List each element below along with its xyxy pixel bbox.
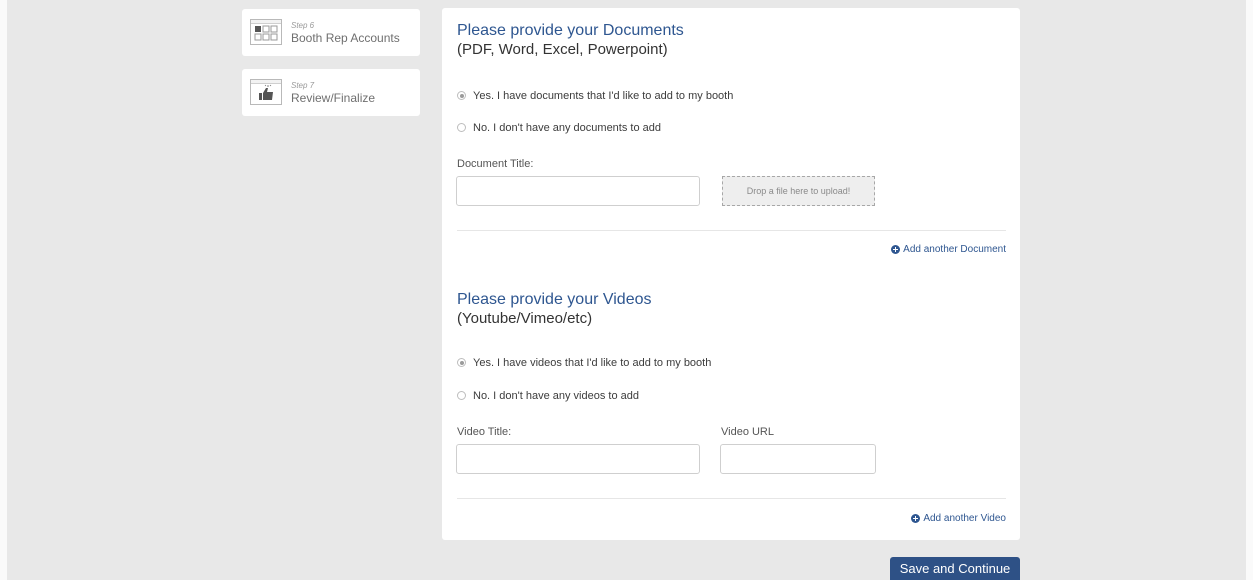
radio-button[interactable] [457,358,466,367]
step-number: Step 7 [291,81,315,90]
add-video-link[interactable]: Add another Video [911,513,1006,524]
plus-circle-icon [911,514,921,523]
add-document-link[interactable]: Add another Document [891,244,1006,255]
video-title-label: Video Title: [457,426,512,438]
documents-subtitle: (PDF, Word, Excel, Powerpoint) [457,41,668,58]
file-drop-zone[interactable]: Drop a file here to upload! [722,176,875,206]
upload-panel: Please provide your Documents (PDF, Word… [442,8,1020,540]
thumbs-up-icon [250,79,282,105]
step-number: Step 6 [291,21,315,30]
step-6-card[interactable]: Step 6 Booth Rep Accounts [242,9,420,56]
videos-title: Please provide your Videos [457,291,652,308]
documents-title: Please provide your Documents [457,22,684,39]
page-edge-right [1246,0,1253,580]
page-edge-left [0,0,7,580]
video-url-input[interactable] [720,444,876,474]
document-title-label: Document Title: [457,158,534,170]
divider [457,230,1006,231]
radio-button[interactable] [457,91,466,100]
video-title-input[interactable] [456,444,700,474]
videos-subtitle: (Youtube/Vimeo/etc) [457,310,593,327]
drop-zone-text: Drop a file here to upload! [746,186,851,196]
step-name: Review/Finalize [291,91,376,105]
video-url-label: Video URL [721,426,774,438]
add-document-label: Add another Document [903,244,1006,255]
step-7-card[interactable]: Step 7 Review/Finalize [242,69,420,116]
radio-label: Yes. I have documents that I'd like to a… [473,90,734,102]
radio-label: No. I don't have any videos to add [473,390,639,402]
divider [457,498,1006,499]
radio-label: No. I don't have any documents to add [473,122,661,134]
document-title-input[interactable] [456,176,700,206]
radio-button[interactable] [457,123,466,132]
radio-label: Yes. I have videos that I'd like to add … [473,357,712,369]
step-name: Booth Rep Accounts [291,31,400,45]
add-video-label: Add another Video [923,513,1006,524]
radio-button[interactable] [457,391,466,400]
grid-icon [250,19,282,45]
save-and-continue-button[interactable]: Save and Continue [890,557,1020,580]
plus-circle-icon [891,245,901,254]
